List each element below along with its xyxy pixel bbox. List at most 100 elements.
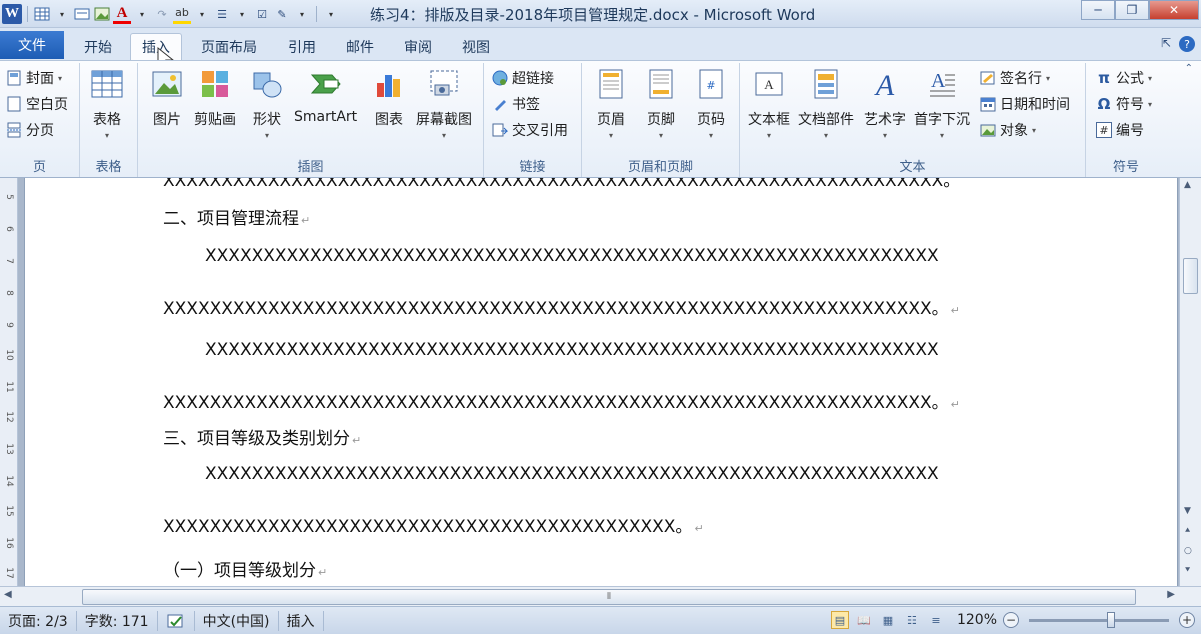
image-icon[interactable] (93, 4, 111, 24)
chevron-down-icon[interactable]: ▾ (133, 4, 151, 24)
pin-icon[interactable]: ⇱ (1161, 36, 1171, 52)
header-button[interactable]: 页眉 ▾ (594, 67, 628, 140)
line-spacing-icon[interactable]: ☰ (213, 4, 231, 24)
scroll-right-icon[interactable]: ▶ (1167, 589, 1175, 600)
group-symbols: π 公式 ▾ Ω 符号 ▾ # 编号 符号 (1086, 63, 1166, 177)
vertical-scrollbar[interactable]: ▲ ▼ ⯅ ○ ⯆ (1179, 178, 1201, 586)
paragraph-line[interactable]: XXXXXXXXXXXXXXXXXXXXXXXXXXXXXXXXXXXXXXXX… (163, 178, 960, 191)
page-indicator[interactable]: 页面: 2/3 (0, 610, 77, 631)
browse-object-icon[interactable]: ○ (1184, 546, 1192, 556)
outline-view-icon[interactable]: ☷ (903, 611, 921, 629)
table-button[interactable]: 表格 ▾ (90, 67, 124, 140)
paragraph-line[interactable]: XXXXXXXXXXXXXXXXXXXXXXXXXXXXXXXXXXXXXXXX… (163, 512, 704, 537)
insert-mode-indicator[interactable]: 插入 (279, 610, 324, 631)
horizontal-scroll-thumb[interactable]: ⦀ (82, 589, 1136, 605)
scroll-up-icon[interactable]: ▲ (1184, 180, 1191, 190)
tab-home[interactable]: 开始 (72, 33, 124, 60)
paragraph-line[interactable]: XXXXXXXXXXXXXXXXXXXXXXXXXXXXXXXXXXXXXXXX… (205, 340, 939, 360)
shapes-button[interactable]: 形状 ▾ (250, 67, 284, 140)
tab-view[interactable]: 视图 (450, 33, 502, 60)
minimize-button[interactable]: ─ (1081, 0, 1115, 20)
equation-button[interactable]: π 公式 ▾ (1096, 67, 1152, 89)
zoom-level[interactable]: 120% (957, 612, 997, 628)
bookmark-button[interactable]: 书签 (492, 93, 540, 115)
page-break-button[interactable]: 分页 (6, 119, 54, 141)
form-icon[interactable] (73, 4, 91, 24)
document-page[interactable]: XXXXXXXXXXXXXXXXXXXXXXXXXXXXXXXXXXXXXXXX… (24, 178, 1178, 586)
chart-button[interactable]: 图表 (372, 67, 406, 129)
highlight-icon[interactable]: ab (173, 4, 191, 24)
word-icon[interactable]: W (2, 4, 22, 24)
cross-reference-button[interactable]: 交叉引用 (492, 119, 568, 141)
quick-parts-button[interactable]: 文档部件 ▾ (798, 67, 854, 140)
svg-text:A: A (764, 77, 774, 92)
redo-icon[interactable]: ↷ (153, 4, 171, 24)
paragraph-line[interactable]: XXXXXXXXXXXXXXXXXXXXXXXXXXXXXXXXXXXXXXXX… (205, 464, 939, 484)
customize-qat-icon[interactable]: ▾ (322, 4, 340, 24)
previous-page-icon[interactable]: ⯅ (1184, 526, 1191, 536)
page-number-button[interactable]: # 页码 ▾ (694, 67, 728, 140)
chevron-down-icon[interactable]: ▾ (293, 4, 311, 24)
hyperlink-button[interactable]: 超链接 (492, 67, 554, 89)
clip-art-button[interactable]: 剪贴画 (194, 67, 236, 129)
zoom-out-icon[interactable]: − (1003, 612, 1019, 628)
chevron-down-icon[interactable]: ▾ (193, 4, 211, 24)
tab-page-layout[interactable]: 页面布局 (190, 33, 268, 60)
paragraph-line[interactable]: XXXXXXXXXXXXXXXXXXXXXXXXXXXXXXXXXXXXXXXX… (205, 246, 939, 266)
subheading-line[interactable]: （一）项目等级划分 ↵ (163, 556, 327, 581)
paragraph-line[interactable]: XXXXXXXXXXXXXXXXXXXXXXXXXXXXXXXXXXXXXXXX… (163, 388, 960, 413)
object-button[interactable]: 对象 ▾ (980, 119, 1036, 141)
screenshot-button[interactable]: 屏幕截图 ▾ (416, 67, 472, 140)
horizontal-scrollbar[interactable]: ◀ ⦀ ▶ (0, 586, 1201, 606)
collapse-ribbon-icon[interactable]: ⌃ (1185, 63, 1193, 74)
font-color-icon[interactable]: A (113, 4, 131, 24)
blank-page-button[interactable]: 空白页 (6, 93, 68, 115)
print-layout-view-icon[interactable]: ▤ (830, 611, 849, 629)
next-page-icon[interactable]: ⯆ (1184, 566, 1191, 576)
table-icon (90, 67, 124, 101)
footer-icon (644, 67, 678, 101)
edit-icon[interactable]: ✎ (273, 4, 291, 24)
check-box-icon[interactable]: ☑ (253, 4, 271, 24)
page-number-icon: # (694, 67, 728, 101)
smartart-button[interactable]: SmartArt (294, 67, 357, 125)
proofing-icon[interactable] (158, 610, 195, 631)
wordart-button[interactable]: A 艺术字 ▾ (864, 67, 906, 140)
tab-references[interactable]: 引用 (276, 33, 328, 60)
tab-mailings[interactable]: 邮件 (334, 33, 386, 60)
draft-view-icon[interactable]: ≡ (927, 611, 945, 629)
vertical-scroll-thumb[interactable] (1183, 258, 1198, 294)
footer-button[interactable]: 页脚 ▾ (644, 67, 678, 140)
picture-button[interactable]: 图片 (150, 67, 184, 129)
scroll-left-icon[interactable]: ◀ (4, 589, 12, 600)
date-time-button[interactable]: 日期和时间 (980, 93, 1070, 115)
web-layout-view-icon[interactable]: ▦ (879, 611, 897, 629)
heading-text: 二、项目管理流程 (163, 209, 299, 229)
close-button[interactable]: ✕ (1149, 0, 1199, 20)
heading-line[interactable]: 三、项目等级及类别划分 ↵ (163, 424, 361, 449)
symbol-button[interactable]: Ω 符号 ▾ (1096, 93, 1152, 115)
signature-line-button[interactable]: 签名行 ▾ (980, 67, 1050, 89)
chevron-down-icon[interactable]: ▾ (53, 4, 71, 24)
heading-line[interactable]: 二、项目管理流程 ↵ (163, 204, 310, 229)
tab-file[interactable]: 文件 (0, 31, 64, 59)
picture-icon (150, 67, 184, 101)
help-icon[interactable]: ? (1179, 36, 1195, 52)
full-screen-reading-icon[interactable]: 📖 (855, 611, 873, 629)
zoom-in-icon[interactable]: + (1179, 612, 1195, 628)
language-indicator[interactable]: 中文(中国) (195, 610, 279, 631)
number-button[interactable]: # 编号 (1096, 119, 1144, 141)
drop-cap-button[interactable]: A 首字下沉 ▾ (914, 67, 970, 140)
cover-page-button[interactable]: 封面 ▾ (6, 67, 62, 89)
word-count[interactable]: 字数: 171 (77, 610, 158, 631)
tab-review[interactable]: 审阅 (392, 33, 444, 60)
scroll-down-icon[interactable]: ▼ (1184, 506, 1191, 516)
text-box-button[interactable]: A 文本框 ▾ (748, 67, 790, 140)
maximize-button[interactable]: ❐ (1115, 0, 1149, 20)
zoom-slider[interactable] (1029, 611, 1169, 628)
table-icon[interactable] (33, 4, 51, 24)
zoom-slider-knob[interactable] (1107, 611, 1115, 628)
document-area: 5 6 7 8 9 10 11 12 13 14 15 16 17 XXXXXX… (0, 178, 1201, 586)
paragraph-line[interactable]: XXXXXXXXXXXXXXXXXXXXXXXXXXXXXXXXXXXXXXXX… (163, 294, 960, 319)
chevron-down-icon[interactable]: ▾ (233, 4, 251, 24)
